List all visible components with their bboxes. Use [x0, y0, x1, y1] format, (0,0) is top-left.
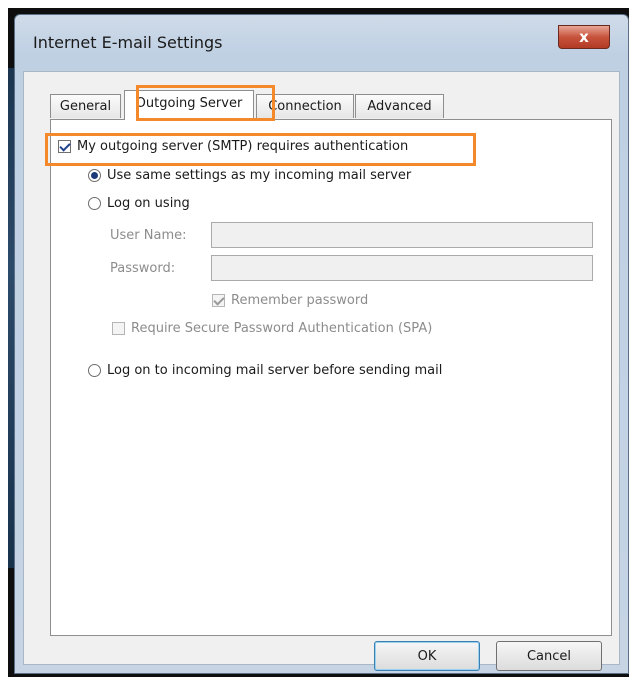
logon-using-option[interactable]: Log on using — [88, 196, 190, 211]
logon-using-radio[interactable] — [88, 197, 101, 210]
smtp-auth-label: My outgoing server (SMTP) requires authe… — [77, 139, 409, 154]
close-button[interactable]: x — [558, 25, 610, 49]
username-field[interactable] — [211, 222, 593, 248]
password-field[interactable] — [211, 255, 593, 281]
tab-advanced[interactable]: Advanced — [355, 94, 444, 118]
spa-checkbox[interactable] — [112, 322, 125, 335]
same-settings-label: Use same settings as my incoming mail se… — [107, 168, 412, 183]
dialog-title: Internet E-mail Settings — [33, 33, 223, 52]
tab-general[interactable]: General — [50, 94, 121, 118]
logon-incoming-first-option[interactable]: Log on to incoming mail server before se… — [88, 363, 442, 378]
close-icon: x — [579, 27, 589, 46]
logon-using-label: Log on using — [107, 196, 190, 211]
remember-password-label: Remember password — [231, 293, 369, 308]
smtp-auth-checkbox[interactable] — [58, 140, 71, 153]
spa-label: Require Secure Password Authentication (… — [131, 321, 433, 336]
smtp-auth-option[interactable]: My outgoing server (SMTP) requires authe… — [58, 139, 408, 154]
logon-incoming-first-label: Log on to incoming mail server before se… — [107, 363, 443, 378]
same-settings-option[interactable]: Use same settings as my incoming mail se… — [88, 168, 411, 183]
internet-email-settings-dialog: Internet E-mail Settings x General Outgo… — [14, 14, 629, 674]
logon-incoming-first-radio[interactable] — [88, 364, 101, 377]
tab-highlight-box — [136, 85, 275, 121]
cancel-button[interactable]: Cancel — [496, 641, 602, 671]
title-bar[interactable]: Internet E-mail Settings x — [15, 15, 628, 65]
remember-password-option[interactable]: Remember password — [212, 293, 368, 308]
spa-option[interactable]: Require Secure Password Authentication (… — [112, 321, 432, 336]
same-settings-radio[interactable] — [88, 169, 101, 182]
dialog-client-area: General Outgoing Server Connection Advan… — [23, 71, 620, 671]
password-label: Password: — [110, 261, 176, 276]
remember-password-checkbox[interactable] — [212, 294, 225, 307]
ok-button[interactable]: OK — [374, 641, 480, 671]
username-label: User Name: — [110, 228, 187, 243]
